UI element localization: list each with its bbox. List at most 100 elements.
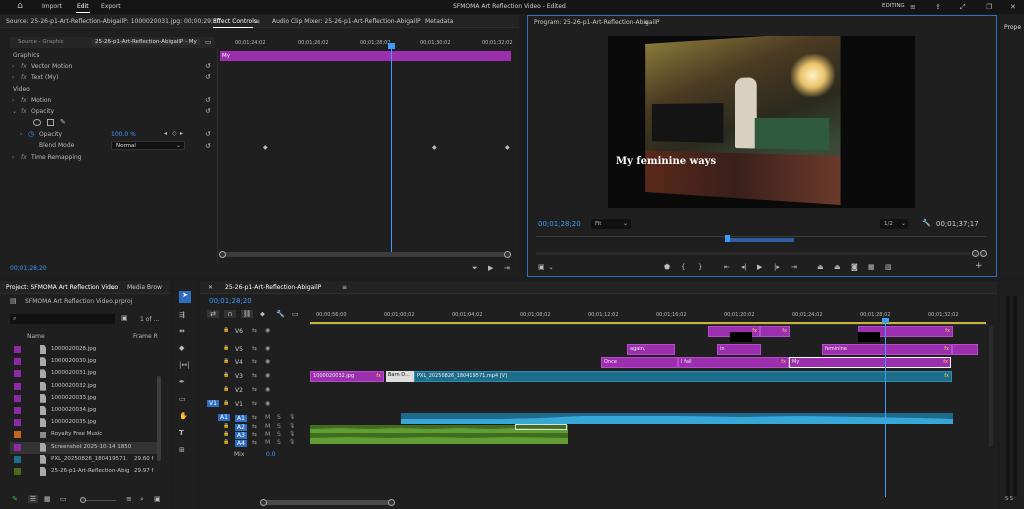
tab-metadata[interactable]: Metadata — [425, 18, 453, 25]
ec-vector-motion[interactable]: Vector Motion — [31, 63, 72, 70]
ec-clip-bar[interactable]: My — [220, 51, 511, 61]
label-color-swatch[interactable] — [14, 431, 21, 439]
eye-icon[interactable]: ◉ — [265, 372, 270, 379]
col-name-header[interactable]: Name — [27, 333, 45, 340]
tab-media-browser[interactable]: Media Brow — [127, 284, 162, 291]
snap-icon[interactable]: ∩ — [224, 310, 236, 318]
mute-button[interactable]: M — [265, 414, 270, 421]
program-zoom-bar[interactable] — [726, 238, 794, 242]
add-marker-icon[interactable]: ⬟ — [664, 263, 670, 271]
track-name[interactable]: A1 — [235, 415, 247, 422]
mute-button[interactable]: M — [265, 439, 270, 446]
reset-icon[interactable]: ↺ — [205, 96, 211, 104]
timeline-scroll-start[interactable] — [260, 499, 267, 506]
source-patch-a1[interactable]: A1 — [218, 414, 230, 421]
sync-lock-icon[interactable]: ⇆ — [252, 431, 257, 438]
captions-icon[interactable]: ▭ — [292, 310, 299, 318]
panel-menu-icon[interactable]: ≡ — [255, 18, 260, 25]
ec-expand-arrow[interactable]: › — [20, 131, 22, 138]
play-icon[interactable]: ▶ — [757, 263, 762, 271]
sync-lock-icon[interactable]: ⇆ — [252, 423, 257, 430]
keyframe-icon[interactable]: ◆ — [432, 144, 437, 152]
clip-v4-my[interactable]: My fx — [789, 357, 951, 368]
sort-icon[interactable]: ≡ — [126, 495, 132, 503]
clip-v5-in[interactable]: in — [717, 344, 761, 355]
resolution-select[interactable]: 1/2 ⌄ — [880, 219, 908, 229]
track-name[interactable]: A4 — [235, 440, 247, 447]
menu-edit[interactable]: Edit — [77, 3, 89, 10]
clip-v5-end[interactable] — [952, 344, 978, 355]
share-icon[interactable]: ⇪ — [935, 3, 941, 11]
col-frame-rate-header[interactable]: Frame R — [133, 333, 158, 340]
blend-mode-select[interactable]: Normal ⌄ — [111, 141, 185, 150]
label-color-swatch[interactable] — [14, 346, 21, 353]
clip-label[interactable]: 25-26-p1-Art-Reflection-AbigailP - My — [92, 39, 200, 45]
prev-keyframe-icon[interactable]: ◂ — [164, 130, 167, 138]
camera-icon[interactable]: ◙ — [851, 263, 858, 271]
project-item[interactable]: 1000020034.jpg — [10, 405, 160, 417]
mute-button[interactable]: M — [265, 431, 270, 438]
clip-v3-barn[interactable]: Barn D... — [386, 371, 414, 382]
tab-project[interactable]: Project: SFMOMA Art Reflection Video — [6, 284, 118, 291]
ec-expand-arrow[interactable]: › — [12, 154, 14, 161]
reset-icon[interactable]: ↺ — [205, 62, 211, 70]
ripple-edit-icon[interactable]: ⇹ — [179, 327, 185, 335]
track-name[interactable]: V4 — [235, 359, 243, 366]
add-keyframe-icon[interactable]: ◇ — [172, 130, 177, 138]
home-icon[interactable]: ⌂ — [15, 2, 25, 11]
source-patch-v1[interactable]: V1 — [207, 400, 219, 407]
sync-lock-icon[interactable]: ⇆ — [252, 414, 257, 421]
timeline-scroll-end[interactable] — [388, 499, 395, 506]
freeform-view-icon[interactable]: ▭ — [60, 495, 67, 503]
sync-lock-icon[interactable]: ⇆ — [252, 358, 257, 365]
clip-v4-ifall[interactable]: I fall fx — [678, 357, 789, 368]
label-color-swatch[interactable] — [14, 394, 21, 402]
new-item-icon[interactable]: ▣ — [154, 495, 161, 503]
clip-v6-b[interactable]: fx — [760, 326, 790, 337]
clip-v4-once[interactable]: Once — [601, 357, 678, 368]
label-color-swatch[interactable] — [14, 358, 21, 366]
project-search-input[interactable]: ⌕ — [10, 314, 115, 324]
microphone-icon[interactable]: 🎙 — [289, 423, 295, 429]
go-to-in-icon[interactable]: ⇤ — [724, 263, 730, 271]
toggle-timeline-icon[interactable]: ▭ — [205, 38, 212, 46]
track-name[interactable]: V2 — [235, 387, 243, 394]
eye-icon[interactable]: ◉ — [265, 345, 270, 352]
project-item[interactable]: PXL_20250826_180419571. 29.60 f — [10, 454, 160, 466]
lock-icon[interactable]: 🔒 — [223, 439, 229, 445]
linked-selection-icon[interactable]: ⛓ — [241, 310, 253, 318]
tab-sequence[interactable]: 25-26-p1-Art-Reflection-AbigailP — [225, 284, 321, 291]
project-item[interactable]: 1000020031.jpg — [10, 368, 160, 380]
reset-icon[interactable]: ↺ — [205, 73, 211, 81]
tab-source[interactable]: Source: 25-26-p1-Art-Reflection-AbigailP… — [6, 18, 221, 25]
solo-button[interactable]: S — [277, 414, 281, 421]
clip-v5-feminine[interactable]: feminine fx — [822, 344, 952, 355]
ec-opacity-group[interactable]: Opacity — [31, 108, 54, 115]
project-item[interactable]: Royalty Free Music — [10, 429, 160, 441]
eye-icon[interactable]: ◉ — [265, 327, 270, 334]
label-color-swatch[interactable] — [14, 468, 21, 475]
lift-icon[interactable]: ⏏ — [817, 263, 824, 271]
lock-icon[interactable]: 🔒 — [223, 431, 229, 437]
fit-select[interactable]: Fit ⌄ — [591, 219, 631, 229]
timeline-timecode[interactable]: 00;01;28;20 — [209, 297, 252, 305]
timeline-h-scrollbar[interactable] — [263, 500, 391, 505]
sync-lock-icon[interactable]: ⇆ — [252, 386, 257, 393]
lock-icon[interactable]: 🔒 — [223, 400, 229, 406]
razor-tool-icon[interactable]: ◆ — [179, 344, 184, 352]
add-marker-icon[interactable]: ⬥ — [260, 310, 265, 318]
project-item[interactable]: 1000020035.jpg — [10, 417, 160, 429]
sync-lock-icon[interactable]: ⇆ — [252, 345, 257, 352]
project-item[interactable]: 1000020033.jpg — [10, 393, 160, 405]
ec-playhead[interactable] — [391, 43, 392, 253]
pen-tool-icon[interactable]: ✒ — [179, 378, 185, 386]
program-scroll-end-2[interactable] — [980, 250, 987, 257]
panel-menu-icon[interactable]: ≡ — [644, 19, 649, 26]
find-icon[interactable]: ⌕ — [140, 495, 144, 503]
ec-text-my[interactable]: Text (My) — [31, 74, 58, 81]
icon-view-icon[interactable]: ▦ — [44, 495, 51, 503]
audio-clip-a3-green[interactable] — [310, 433, 568, 444]
rectangle-mask-icon[interactable] — [47, 119, 54, 126]
workspace-icon[interactable]: ≡ — [910, 3, 916, 11]
reset-icon[interactable]: ↺ — [205, 130, 211, 138]
